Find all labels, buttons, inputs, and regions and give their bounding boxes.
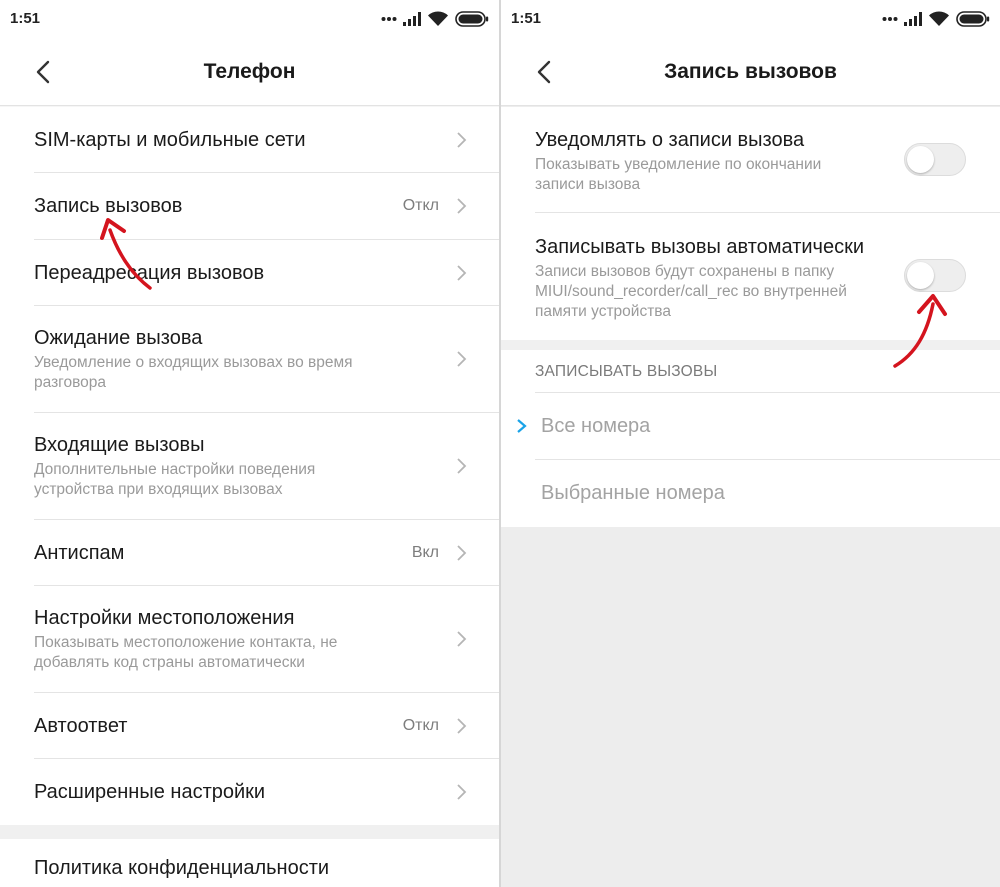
phone-settings-screen: 1:51 Телефон SIM-карты и мобильные сети … xyxy=(0,0,499,887)
item-title: Переадресация вызовов xyxy=(34,262,265,284)
record-calls-section: ЗАПИСЫВАТЬ ВЫЗОВЫ Все номера Выбранные н… xyxy=(501,350,1000,527)
advanced-settings-item[interactable]: Расширенные настройки xyxy=(34,759,499,825)
item-title: Настройки местоположения xyxy=(34,607,295,629)
incoming-calls-item[interactable]: Входящие вызовы Дополнительные настройки… xyxy=(34,413,499,520)
item-title: SIM-карты и мобильные сети xyxy=(34,129,306,151)
auto-answer-item[interactable]: Автоответ Откл xyxy=(34,693,499,759)
wifi-icon xyxy=(929,11,949,26)
item-subtitle: Показывать местоположение контакта, не д… xyxy=(34,634,338,671)
app-bar: Запись вызовов xyxy=(501,38,1000,106)
item-title: Запись вызовов xyxy=(34,195,183,217)
notify-recording-toggle[interactable] xyxy=(904,143,966,176)
toggle-knob xyxy=(907,146,934,173)
signal-icon xyxy=(904,12,922,26)
call-recording-screen: 1:51 Запись вызовов Уведомлять о записи … xyxy=(501,0,1000,887)
item-title: Ожидание вызова xyxy=(34,327,203,349)
status-time: 1:51 xyxy=(10,10,41,27)
status-bar: 1:51 xyxy=(0,0,499,38)
selected-numbers-option[interactable]: Выбранные номера xyxy=(535,460,1000,527)
chevron-right-icon xyxy=(457,458,467,474)
privacy-policy-item[interactable]: Политика конфиденциальности xyxy=(34,839,499,887)
all-numbers-option[interactable]: Все номера xyxy=(517,393,1000,460)
chevron-right-icon xyxy=(457,132,467,148)
item-subtitle: Показывать уведомление по окончании запи… xyxy=(535,156,822,193)
item-value: Вкл xyxy=(411,544,439,561)
check-icon xyxy=(517,419,527,433)
battery-icon xyxy=(455,11,489,27)
item-subtitle: Дополнительные настройки поведения устро… xyxy=(34,461,316,498)
status-bar: 1:51 xyxy=(501,0,1000,38)
toggle-knob xyxy=(907,262,934,289)
privacy-list: Политика конфиденциальности xyxy=(0,839,499,887)
item-title: Расширенные настройки xyxy=(34,781,266,803)
chevron-right-icon xyxy=(457,265,467,281)
chevron-right-icon xyxy=(457,631,467,647)
item-title: Входящие вызовы xyxy=(34,434,205,456)
item-title: Политика конфиденциальности xyxy=(34,857,330,879)
option-label: Все номера xyxy=(541,415,651,437)
call-waiting-item[interactable]: Ожидание вызова Уведомление о входящих в… xyxy=(34,306,499,413)
chevron-right-icon xyxy=(457,545,467,561)
app-bar: Телефон xyxy=(0,38,499,106)
chevron-right-icon xyxy=(457,718,467,734)
antispam-item[interactable]: Антиспам Вкл xyxy=(34,520,499,586)
sim-cards-item[interactable]: SIM-карты и мобильные сети xyxy=(34,107,499,173)
item-subtitle: Записи вызовов будут сохранены в папку M… xyxy=(535,263,847,320)
chevron-right-icon xyxy=(457,198,467,214)
chevron-right-icon xyxy=(457,351,467,367)
item-subtitle: Уведомление о входящих вызовах во время … xyxy=(34,354,353,391)
wifi-icon xyxy=(428,11,448,26)
signal-icon xyxy=(403,12,421,26)
call-recording-item[interactable]: Запись вызовов Откл xyxy=(34,173,499,240)
item-title: Антиспам xyxy=(34,542,125,564)
auto-record-toggle[interactable] xyxy=(904,259,966,292)
battery-icon xyxy=(956,11,990,27)
chevron-right-icon xyxy=(457,784,467,800)
item-value: Откл xyxy=(402,197,439,214)
section-gap xyxy=(0,825,499,839)
recording-options-list: Уведомлять о записи вызова Показывать ув… xyxy=(501,107,1000,340)
section-gap xyxy=(501,340,1000,350)
notify-recording-item[interactable]: Уведомлять о записи вызова Показывать ув… xyxy=(535,107,1000,213)
dots-icon xyxy=(882,17,898,21)
call-forwarding-item[interactable]: Переадресация вызовов xyxy=(34,240,499,306)
location-settings-item[interactable]: Настройки местоположения Показывать мест… xyxy=(34,586,499,693)
option-label: Выбранные номера xyxy=(541,482,725,504)
item-title: Автоответ xyxy=(34,715,128,737)
dots-icon xyxy=(381,17,397,21)
page-title: Телефон xyxy=(203,60,296,83)
item-title: Записывать вызовы автоматически xyxy=(535,236,865,258)
page-title: Запись вызовов xyxy=(664,60,837,83)
status-time: 1:51 xyxy=(511,10,542,27)
section-header: ЗАПИСЫВАТЬ ВЫЗОВЫ xyxy=(535,363,718,380)
auto-record-item[interactable]: Записывать вызовы автоматически Записи в… xyxy=(535,213,1000,340)
item-value: Откл xyxy=(402,717,439,734)
settings-list: SIM-карты и мобильные сети Запись вызово… xyxy=(0,107,499,825)
